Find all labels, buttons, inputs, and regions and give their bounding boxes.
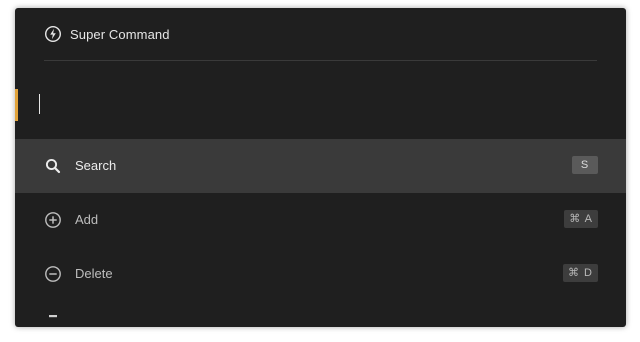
shortcut-badge: S [572,156,598,174]
command-input-area[interactable] [15,61,626,139]
command-item-search[interactable]: Search S [15,139,626,193]
minus-circle-icon [44,265,62,283]
palette-header: Super Command [44,8,597,61]
command-list: Search S Add ⌘ A Delete ⌘ D [15,139,626,321]
shortcut-badge: ⌘ A [564,210,598,228]
palette-title: Super Command [70,26,170,42]
command-palette: Super Command Search S Add ⌘ A Delete ⌘ … [15,8,626,327]
command-item-partial[interactable] [15,301,626,321]
command-item-delete[interactable]: Delete ⌘ D [15,247,626,301]
command-item-add[interactable]: Add ⌘ A [15,193,626,247]
bolt-circle-icon [44,25,62,43]
shortcut-badge: ⌘ D [563,264,598,282]
plus-circle-icon [44,211,62,229]
command-label: Search [75,158,117,173]
command-label: Delete [75,266,113,281]
partial-item-icon [44,315,62,327]
command-input[interactable] [37,89,597,119]
command-label: Add [75,212,99,227]
text-caret [39,94,40,114]
input-focus-indicator [15,89,18,121]
search-icon [44,157,62,175]
